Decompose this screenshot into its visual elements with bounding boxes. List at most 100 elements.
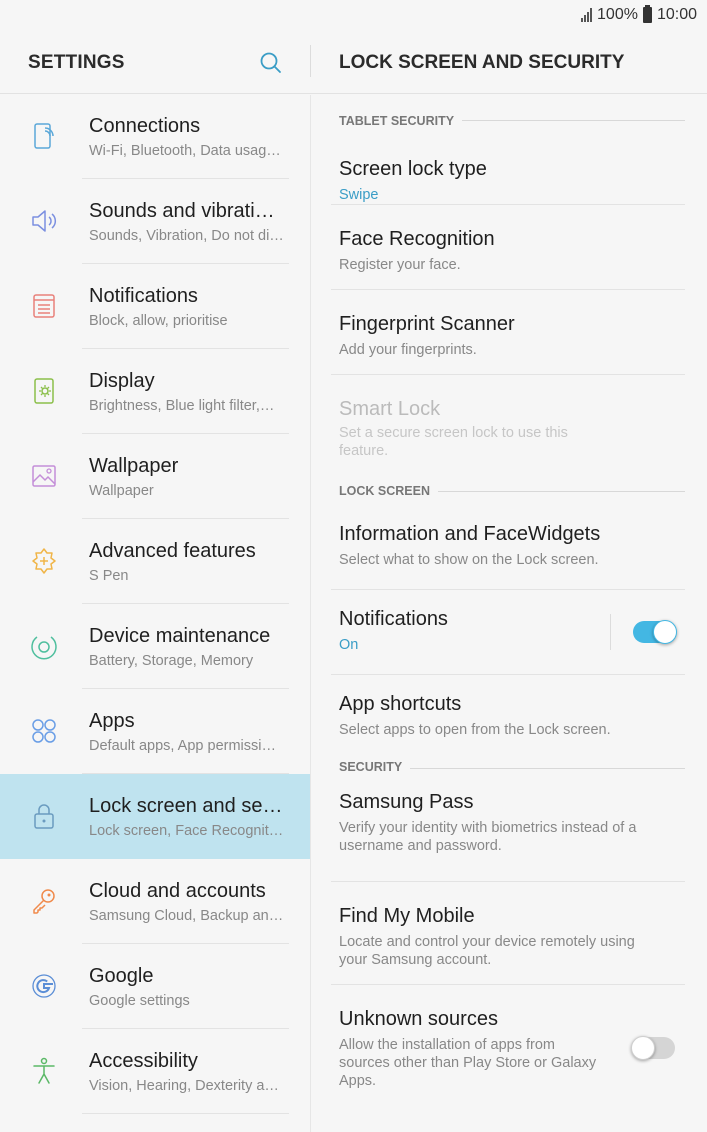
status-indicators: 100% 10:00 [581, 5, 697, 24]
app-shortcuts-item[interactable]: App shortcuts Select apps to open from t… [311, 675, 707, 760]
lock-icon [34, 804, 54, 829]
samsung-pass-item[interactable]: Samsung Pass Verify your identity with b… [311, 791, 707, 882]
item-title: Fingerprint Scanner [339, 313, 515, 335]
menu-item-subtitle: Vision, Hearing, Dexterity a… [89, 1078, 279, 1094]
menu-item-device-maintenance[interactable]: Device maintenance Battery, Storage, Mem… [0, 604, 311, 689]
menu-item-title: Display [89, 370, 155, 392]
menu-item-title: Apps [89, 710, 135, 732]
menu-item-title: Sounds and vibrati… [89, 200, 275, 222]
display-icon [34, 378, 54, 404]
clock: 10:00 [656, 6, 697, 23]
menu-item-title: Wallpaper [89, 455, 179, 477]
item-subtitle: Set a secure screen lock to use this fea… [339, 425, 568, 459]
menu-item-wallpaper[interactable]: Wallpaper Wallpaper [0, 434, 311, 519]
notifications-toggle[interactable] [633, 620, 677, 644]
section-header-tablet-security: TABLET SECURITY [311, 94, 707, 128]
status-bar: 100% 10:00 [0, 0, 707, 32]
menu-item-subtitle: Brightness, Blue light filter,… [89, 398, 275, 414]
menu-item-advanced-features[interactable]: Advanced features S Pen [0, 519, 311, 604]
item-title: App shortcuts [339, 693, 462, 715]
item-title: Find My Mobile [339, 905, 475, 927]
face-recognition-item[interactable]: Face Recognition Register your face. [311, 205, 707, 290]
menu-item-subtitle: Google settings [89, 993, 190, 1009]
settings-panel: SETTINGS Connections Wi-Fi, Bluetooth, D… [0, 32, 311, 1132]
item-value: Swipe [339, 187, 379, 203]
item-title: Screen lock type [339, 158, 487, 180]
item-value: On [339, 637, 359, 653]
google-icon [32, 974, 56, 998]
item-title: Face Recognition [339, 228, 495, 250]
menu-item-title: Advanced features [89, 540, 256, 562]
menu-item-subtitle: Battery, Storage, Memory [89, 653, 254, 669]
notifications-icon [33, 294, 55, 318]
search-icon [260, 52, 281, 73]
menu-item-apps[interactable]: Apps Default apps, App permissi… [0, 689, 311, 774]
section-label: LOCK SCREEN [339, 484, 438, 498]
item-subtitle: Verify your identity with biometrics ins… [339, 820, 637, 854]
menu-item-title: Cloud and accounts [89, 880, 266, 902]
signal-icon [581, 8, 593, 22]
menu-item-lock-screen[interactable]: Lock screen and se… Lock screen, Face Re… [0, 774, 311, 859]
item-title: Smart Lock [339, 398, 441, 420]
menu-item-connections[interactable]: Connections Wi-Fi, Bluetooth, Data usag… [0, 94, 311, 179]
apps-icon [32, 719, 56, 743]
menu-item-title: Notifications [89, 285, 198, 307]
accessibility-icon [33, 1057, 55, 1084]
menu-item-title: Device maintenance [89, 625, 271, 647]
menu-item-subtitle: Lock screen, Face Recognit… [89, 823, 284, 839]
detail-title: LOCK SCREEN AND SECURITY [339, 52, 625, 73]
menu-item-subtitle: Sounds, Vibration, Do not di… [89, 228, 284, 244]
item-title: Notifications [339, 608, 448, 630]
menu-item-title: Google [89, 965, 154, 987]
lock-screen-security-panel: LOCK SCREEN AND SECURITY TABLET SECURITY… [311, 32, 707, 1132]
menu-item-accessibility[interactable]: Accessibility Vision, Hearing, Dexterity… [0, 1029, 311, 1114]
settings-header: SETTINGS [0, 32, 311, 94]
fingerprint-scanner-item[interactable]: Fingerprint Scanner Add your fingerprint… [311, 290, 707, 375]
battery-percent: 100% [597, 6, 638, 23]
menu-item-subtitle: Default apps, App permissi… [89, 738, 276, 754]
item-subtitle: Select apps to open from the Lock screen… [339, 722, 611, 738]
unknown-sources-toggle[interactable] [631, 1036, 675, 1060]
item-title: Information and FaceWidgets [339, 523, 601, 545]
lock-notifications-item[interactable]: Notifications On [311, 590, 707, 675]
section-header-lock-screen: LOCK SCREEN [311, 476, 707, 505]
item-title: Unknown sources [339, 1008, 498, 1030]
section-label: SECURITY [339, 760, 411, 774]
menu-item-google[interactable]: Google Google settings [0, 944, 311, 1029]
menu-item-subtitle: Samsung Cloud, Backup an… [89, 908, 284, 924]
menu-item-title: Accessibility [89, 1050, 198, 1072]
battery-icon [642, 5, 652, 23]
screen-lock-type-item[interactable]: Screen lock type Swipe [311, 120, 707, 205]
item-subtitle: Allow the installation of apps from sour… [339, 1037, 597, 1089]
item-subtitle: Register your face. [339, 257, 461, 273]
item-subtitle: Select what to show on the Lock screen. [339, 552, 599, 568]
unknown-sources-item[interactable]: Unknown sources Allow the installation o… [311, 985, 707, 1089]
item-title: Samsung Pass [339, 791, 474, 813]
menu-item-cloud-accounts[interactable]: Cloud and accounts Samsung Cloud, Backup… [0, 859, 311, 944]
settings-title: SETTINGS [28, 52, 125, 73]
information-facewidgets-item[interactable]: Information and FaceWidgets Select what … [311, 505, 707, 590]
menu-item-notifications[interactable]: Notifications Block, allow, prioritise [0, 264, 311, 349]
menu-item-subtitle: Wi-Fi, Bluetooth, Data usag… [89, 143, 281, 159]
key-icon [33, 889, 55, 914]
menu-item-subtitle: Wallpaper [89, 483, 154, 499]
menu-item-sounds[interactable]: Sounds and vibrati… Sounds, Vibration, D… [0, 179, 311, 264]
advanced-features-icon [32, 548, 56, 574]
wallpaper-icon [32, 465, 56, 487]
menu-item-title: Lock screen and se… [89, 795, 283, 817]
toggle-divider [610, 614, 611, 650]
menu-item-subtitle: S Pen [89, 568, 129, 584]
divider [82, 1113, 289, 1114]
search-button[interactable] [256, 48, 286, 78]
menu-item-title: Connections [89, 115, 201, 137]
section-label: TABLET SECURITY [339, 114, 463, 128]
toggle-knob [631, 1036, 655, 1060]
speaker-icon [32, 210, 57, 232]
menu-item-display[interactable]: Display Brightness, Blue light filter,… [0, 349, 311, 434]
toggle-knob [653, 620, 677, 644]
connections-icon [34, 123, 54, 149]
find-my-mobile-item[interactable]: Find My Mobile Locate and control your d… [311, 882, 707, 985]
menu-item-subtitle: Block, allow, prioritise [89, 313, 228, 329]
item-subtitle: Add your fingerprints. [339, 342, 477, 358]
section-header-security: SECURITY [311, 760, 707, 791]
